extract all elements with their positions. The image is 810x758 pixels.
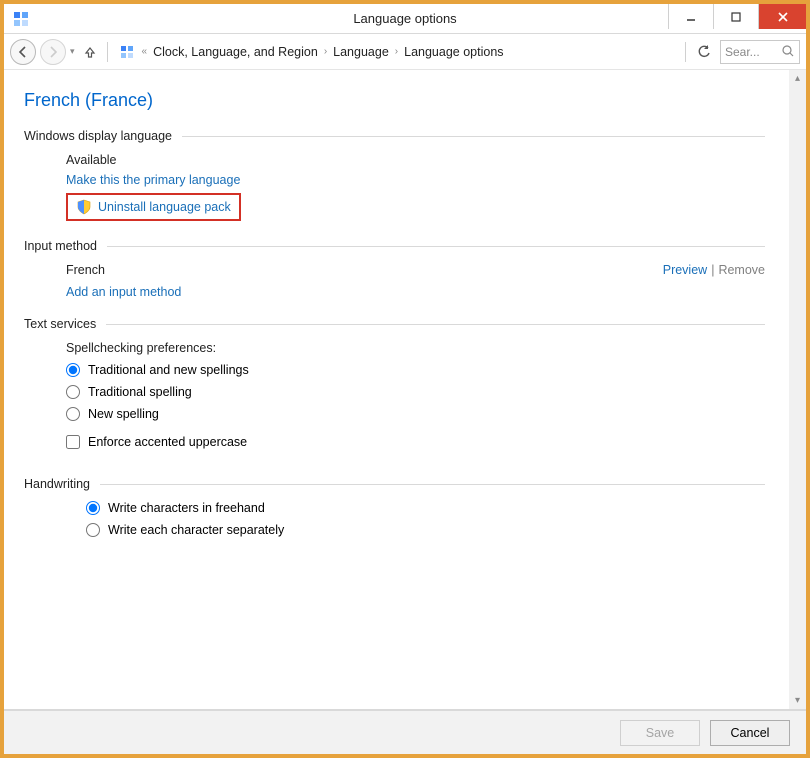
section-divider: [107, 246, 765, 247]
content-scroll: French (France) Windows display language…: [4, 70, 789, 709]
breadcrumb-item[interactable]: Clock, Language, and Region: [153, 45, 318, 59]
chevron-left-icon: «: [140, 46, 150, 57]
radio-separate[interactable]: Write each character separately: [86, 523, 765, 537]
breadcrumb[interactable]: « Clock, Language, and Region › Language…: [114, 39, 679, 65]
display-language-status: Available: [66, 153, 117, 167]
radio-label: Write each character separately: [108, 523, 284, 537]
page-title: French (France): [24, 90, 765, 111]
radio-input[interactable]: [66, 407, 80, 421]
app-icon: [12, 10, 30, 28]
window-controls: [668, 4, 806, 33]
radio-input[interactable]: [66, 385, 80, 399]
radio-new[interactable]: New spelling: [66, 407, 765, 421]
separator: [685, 42, 686, 62]
breadcrumb-item[interactable]: Language: [333, 45, 389, 59]
input-method-name: French: [66, 263, 105, 277]
spellchecking-label: Spellchecking preferences:: [66, 341, 216, 355]
scroll-track[interactable]: [789, 87, 806, 692]
radio-input[interactable]: [86, 501, 100, 515]
search-icon: [781, 44, 795, 58]
nav-back-button[interactable]: [10, 39, 36, 65]
radio-label: Traditional and new spellings: [88, 363, 249, 377]
radio-freehand[interactable]: Write characters in freehand: [86, 501, 765, 515]
scroll-down-icon[interactable]: ▾: [789, 692, 806, 709]
chevron-right-icon: ›: [322, 46, 329, 57]
uninstall-language-pack-link[interactable]: Uninstall language pack: [98, 200, 231, 214]
radio-input[interactable]: [66, 363, 80, 377]
nav-up-button[interactable]: [79, 39, 101, 65]
checkbox-input[interactable]: [66, 435, 80, 449]
section-header-label: Input method: [24, 239, 97, 253]
section-divider: [100, 484, 765, 485]
section-display-language: Windows display language Available Make …: [24, 129, 765, 221]
preview-link[interactable]: Preview: [663, 263, 707, 277]
uninstall-language-pack-highlight: Uninstall language pack: [66, 193, 241, 221]
radio-label: Traditional spelling: [88, 385, 192, 399]
radio-traditional[interactable]: Traditional spelling: [66, 385, 765, 399]
breadcrumb-item[interactable]: Language options: [404, 45, 503, 59]
section-header-label: Handwriting: [24, 477, 90, 491]
nav-forward-button[interactable]: [40, 39, 66, 65]
content-area: French (France) Windows display language…: [4, 70, 806, 710]
radio-label: New spelling: [88, 407, 159, 421]
radio-input[interactable]: [86, 523, 100, 537]
separator: [107, 42, 108, 62]
add-input-method-link[interactable]: Add an input method: [66, 285, 181, 299]
refresh-button[interactable]: [692, 39, 716, 65]
control-panel-icon: [118, 43, 136, 61]
close-button[interactable]: [758, 4, 806, 29]
search-placeholder: Sear...: [725, 45, 760, 59]
footer: Save Cancel: [4, 710, 806, 754]
section-input-method: Input method French Preview | Remove Add…: [24, 239, 765, 299]
shield-icon: [76, 199, 92, 215]
radio-label: Write characters in freehand: [108, 501, 265, 515]
section-header-label: Windows display language: [24, 129, 172, 143]
cancel-button[interactable]: Cancel: [710, 720, 790, 746]
section-divider: [182, 136, 765, 137]
checkbox-label: Enforce accented uppercase: [88, 435, 247, 449]
section-divider: [106, 324, 765, 325]
minimize-button[interactable]: [668, 4, 713, 29]
nav-recent-dropdown-icon[interactable]: ▾: [70, 46, 75, 57]
separator: |: [711, 263, 714, 277]
remove-link: Remove: [718, 263, 765, 277]
navbar: ▾ « Clock, Language, and Region › Langua…: [4, 34, 806, 70]
scroll-up-icon[interactable]: ▴: [789, 70, 806, 87]
radio-traditional-and-new[interactable]: Traditional and new spellings: [66, 363, 765, 377]
vertical-scrollbar[interactable]: ▴ ▾: [789, 70, 806, 709]
section-header-label: Text services: [24, 317, 96, 331]
search-input[interactable]: Sear...: [720, 40, 800, 64]
section-text-services: Text services Spellchecking preferences:…: [24, 317, 765, 449]
make-primary-link[interactable]: Make this the primary language: [66, 173, 240, 187]
checkbox-enforce-accented[interactable]: Enforce accented uppercase: [66, 435, 765, 449]
section-handwriting: Handwriting Write characters in freehand…: [24, 477, 765, 537]
save-button: Save: [620, 720, 700, 746]
chevron-right-icon: ›: [393, 46, 400, 57]
titlebar: Language options: [4, 4, 806, 34]
window-frame: Language options ▾: [0, 0, 810, 758]
maximize-button[interactable]: [713, 4, 758, 29]
